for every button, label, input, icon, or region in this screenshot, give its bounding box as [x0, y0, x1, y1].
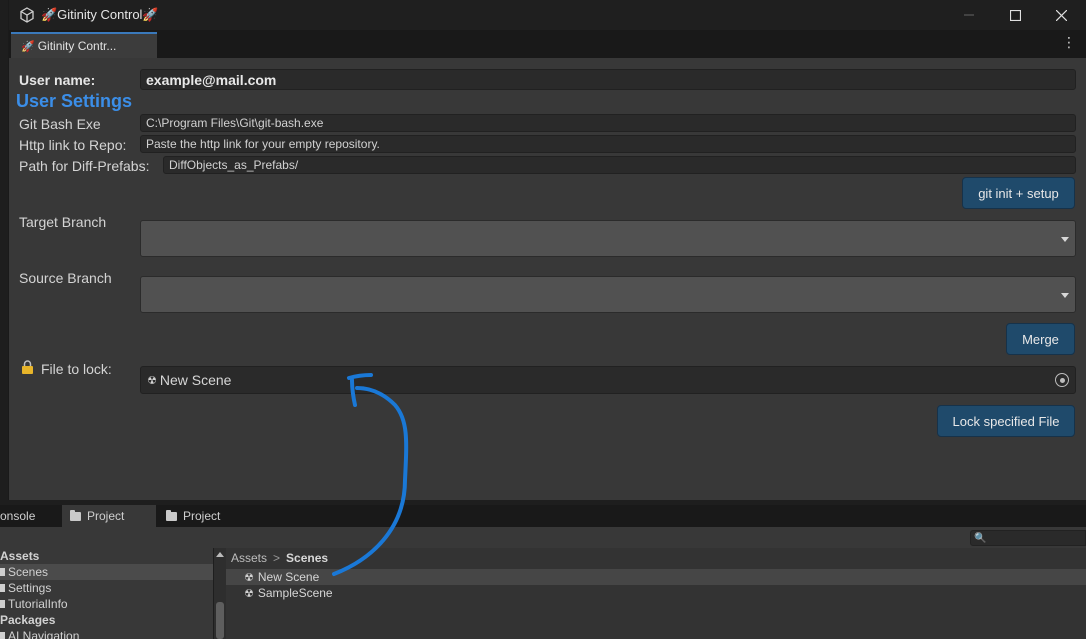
breadcrumb-scenes[interactable]: Scenes: [286, 551, 328, 565]
diff-path-label: Path for Diff-Prefabs:: [19, 158, 150, 174]
tab-console-label: onsole: [0, 509, 36, 523]
tab-label: Gitinity Contr...: [37, 39, 117, 53]
tab-project-2[interactable]: Project: [160, 505, 254, 527]
git-init-setup-button[interactable]: git init + setup: [962, 177, 1075, 209]
minimize-icon: [964, 14, 974, 16]
source-branch-label: Source Branch: [19, 270, 112, 286]
tab-project-label: Project: [87, 509, 125, 523]
folder-icon: [0, 600, 5, 608]
target-branch-dropdown[interactable]: [140, 220, 1076, 257]
minimize-button[interactable]: [946, 0, 992, 30]
file-to-lock-label: File to lock:: [41, 361, 112, 377]
close-icon: [1055, 9, 1067, 21]
kebab-menu-icon[interactable]: ⋮: [1062, 35, 1076, 49]
breadcrumb-assets[interactable]: Assets: [231, 551, 267, 565]
chevron-down-icon: [1061, 293, 1069, 298]
tree-item-label: AI Navigation: [8, 629, 80, 639]
tree-item-label: Assets: [0, 549, 40, 563]
tree-item-tutorialinfo[interactable]: TutorialInfo: [0, 596, 213, 612]
project-search-input[interactable]: 🔍: [970, 530, 1086, 546]
lock-specified-file-button[interactable]: Lock specified File: [937, 405, 1075, 437]
tree-item-ai-navigation[interactable]: AI Navigation: [0, 628, 213, 639]
maximize-button[interactable]: [992, 0, 1038, 30]
tree-item-assets[interactable]: Assets: [0, 548, 213, 564]
tree-item-scenes[interactable]: Scenes: [0, 564, 213, 580]
http-link-label: Http link to Repo:: [19, 137, 127, 153]
diff-path-field[interactable]: [163, 156, 1076, 174]
tree-item-label: Packages: [0, 613, 56, 627]
tab-gitinity-control[interactable]: 🚀 Gitinity Contr...: [11, 32, 157, 58]
search-icon: 🔍: [974, 532, 987, 544]
project-folder-tree: Assets Scenes Settings TutorialInfo Pack…: [0, 548, 213, 639]
maximize-icon: [1009, 9, 1021, 21]
http-link-field[interactable]: [140, 135, 1076, 153]
unity-scene-icon: ☢: [244, 571, 254, 584]
file-item-samplescene[interactable]: ☢ SampleScene: [226, 585, 1086, 601]
project-toolbar: 🔍: [0, 527, 1086, 548]
rocket-icon: 🚀: [21, 40, 35, 53]
folder-icon: [70, 509, 81, 521]
lock-icon: [22, 360, 33, 374]
close-button[interactable]: [1038, 0, 1084, 30]
tree-item-label: Settings: [8, 581, 52, 595]
target-branch-label: Target Branch: [19, 214, 107, 230]
tab-project[interactable]: Project: [62, 505, 156, 527]
unity-cube-icon: [20, 7, 34, 23]
user-settings-heading: User Settings: [16, 91, 133, 111]
file-item-new-scene[interactable]: ☢ New Scene: [226, 569, 1086, 585]
folder-icon: [166, 509, 177, 521]
git-bash-field[interactable]: [140, 114, 1076, 132]
git-bash-label: Git Bash Exe: [19, 116, 101, 132]
scrollbar-thumb[interactable]: [216, 602, 224, 639]
folder-icon: [0, 568, 5, 576]
merge-button[interactable]: Merge: [1006, 323, 1075, 355]
project-file-list: Assets > Scenes ☢ New Scene ☢ SampleScen…: [226, 548, 1086, 639]
object-picker-icon[interactable]: [1055, 373, 1069, 387]
title-bar[interactable]: 🚀Gitinity Control🚀: [9, 0, 1086, 30]
tree-item-label: TutorialInfo: [8, 597, 68, 611]
editor-tab-bar: 🚀 Gitinity Contr...: [9, 30, 1086, 58]
file-item-label: New Scene: [257, 570, 320, 584]
folder-icon: [0, 584, 5, 592]
breadcrumb-separator-icon: >: [273, 551, 281, 565]
bottom-tab-bar: onsole Project Project: [0, 505, 1086, 527]
file-to-lock-value: New Scene: [159, 372, 232, 388]
unity-scene-icon: ☢: [244, 587, 254, 600]
window-title: 🚀Gitinity Control🚀: [41, 7, 159, 22]
chevron-down-icon: [1061, 237, 1069, 242]
scroll-up-icon[interactable]: [216, 552, 224, 557]
user-name-label: User name:: [19, 72, 96, 88]
folder-icon: [0, 632, 5, 639]
breadcrumb: Assets > Scenes: [231, 551, 328, 565]
tree-item-settings[interactable]: Settings: [0, 580, 213, 596]
gitinity-window: 🚀Gitinity Control🚀 🚀 Gitinity Contr... ⋮…: [8, 0, 1086, 500]
tree-item-label: Scenes: [8, 565, 49, 579]
file-to-lock-field[interactable]: ☢ New Scene: [140, 366, 1076, 394]
tab-console[interactable]: onsole: [0, 505, 60, 527]
source-branch-dropdown[interactable]: [140, 276, 1076, 313]
tab-project-2-label: Project: [183, 509, 221, 523]
tree-item-packages[interactable]: Packages: [0, 612, 213, 628]
window-content: User name: User Settings Git Bash Exe Ht…: [9, 58, 1086, 500]
unity-scene-icon: ☢: [147, 374, 157, 387]
file-item-label: SampleScene: [257, 586, 333, 600]
user-name-field[interactable]: [140, 69, 1076, 90]
